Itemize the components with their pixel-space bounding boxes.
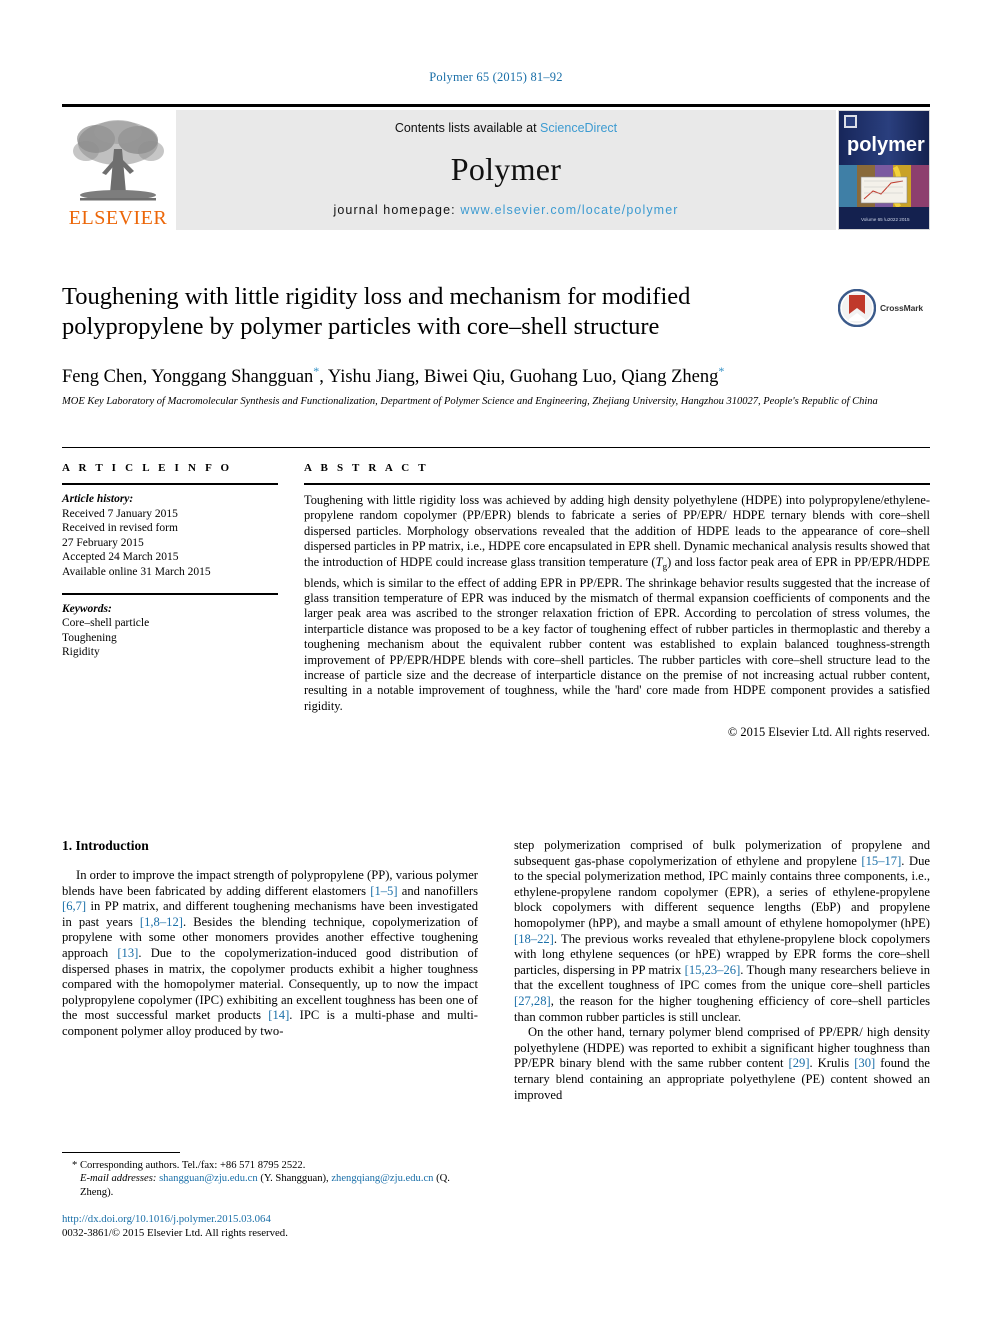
citation-27-28[interactable]: [27,28] [514, 994, 551, 1008]
crossmark-label: CrossMark [880, 303, 924, 313]
intro-text: and nanofillers [397, 883, 478, 898]
masthead-center: Contents lists available at ScienceDirec… [176, 110, 836, 230]
keyword-item: Toughening [62, 631, 117, 644]
homepage-prefix: journal homepage: [333, 203, 461, 217]
article-info-column: A R T I C L E I N F O Article history: R… [62, 462, 304, 740]
email-link-1[interactable]: shangguan@zju.edu.cn [159, 1173, 258, 1184]
body-columns: 1. Introduction In order to improve the … [62, 838, 930, 1103]
running-head: Polymer 65 (2015) 81–92 [429, 70, 563, 84]
citation-1-5[interactable]: [1–5] [370, 884, 397, 898]
footnote-rule [62, 1152, 180, 1153]
left-column: 1. Introduction In order to improve the … [62, 838, 478, 1103]
elsevier-logo: ELSEVIER [62, 110, 174, 230]
footnotes-block: * Corresponding authors. Tel./fax: +86 5… [62, 1152, 478, 1199]
page-title: Toughening with little rigidity loss and… [62, 283, 691, 340]
intro-paragraph-right-1: step polymerization comprised of bulk po… [514, 838, 930, 1025]
citation-29[interactable]: [29] [789, 1056, 810, 1070]
journal-homepage-line: journal homepage: www.elsevier.com/locat… [333, 203, 678, 217]
sciencedirect-link[interactable]: ScienceDirect [540, 121, 617, 135]
keywords-label: Keywords: [62, 602, 112, 615]
elsevier-wordmark: ELSEVIER [68, 207, 168, 229]
abstract-part-2: ) and loss factor peak area of EPR in PP… [304, 554, 930, 713]
email-note: E-mail addresses: shangguan@zju.edu.cn (… [80, 1172, 478, 1199]
abstract-copyright: © 2015 Elsevier Ltd. All rights reserved… [727, 725, 930, 740]
keyword-item: Rigidity [62, 646, 100, 659]
contents-available-line: Contents lists available at ScienceDirec… [395, 121, 617, 135]
author-list: Feng Chen, Yonggang Shangguan *, Yishu Ji… [62, 360, 930, 388]
author-correspondence-marker-2: * [718, 364, 725, 378]
article-history-label: Article history: [62, 493, 134, 505]
email-label: E-mail addresses: [80, 1173, 157, 1185]
history-item: Received in revised form [62, 522, 178, 535]
title-block: Toughening with little rigidity loss and… [62, 282, 930, 409]
corresponding-author-note: * Corresponding authors. Tel./fax: +86 5… [72, 1160, 306, 1171]
history-item: 27 February 2015 [62, 536, 144, 549]
citation-30[interactable]: [30] [854, 1056, 875, 1070]
keyword-item: Core–shell particle [62, 617, 150, 630]
abstract-heading: A B S T R A C T [304, 462, 429, 474]
homepage-url-link[interactable]: www.elsevier.com/locate/polymer [460, 203, 678, 217]
intro-text: . Krulis [809, 1056, 855, 1071]
crossmark-badge[interactable]: CrossMark [838, 286, 930, 330]
citation-18-22[interactable]: [18–22] [514, 932, 554, 946]
abstract-text: Toughening with little rigidity loss was… [304, 485, 930, 714]
email-owner-1: (Y. Shangguan), [257, 1173, 332, 1185]
citation-15-17[interactable]: [15–17] [861, 854, 901, 868]
intro-paragraph-left: In order to improve the impact strength … [62, 868, 478, 1040]
journal-masthead: ELSEVIER Contents lists available at Sci… [62, 104, 930, 232]
issn-copyright-line: 0032-3861/© 2015 Elsevier Ltd. All right… [62, 1227, 288, 1239]
citation-15-23-26[interactable]: [15,23–26] [685, 963, 741, 977]
history-item: Accepted 24 March 2015 [62, 551, 179, 564]
intro-text: , the reason for the higher toughening e… [514, 993, 930, 1024]
citation-13[interactable]: [13] [117, 946, 138, 960]
journal-title: Polymer [450, 151, 562, 187]
introduction-heading: 1. Introduction [62, 838, 149, 853]
citation-6-7[interactable]: [6,7] [62, 899, 86, 913]
authors-first-part: Feng Chen, Yonggang Shangguan [62, 367, 314, 388]
elsevier-tree-icon [73, 120, 164, 201]
right-column: step polymerization comprised of bulk po… [514, 838, 930, 1103]
doi-link[interactable]: http://dx.doi.org/10.1016/j.polymer.2015… [62, 1212, 478, 1226]
doi-block: http://dx.doi.org/10.1016/j.polymer.2015… [62, 1212, 478, 1240]
info-abstract-band: A R T I C L E I N F O Article history: R… [62, 447, 930, 740]
email-link-2[interactable]: zhengqiang@zju.edu.cn [331, 1173, 433, 1184]
cover-footer-text: Volume 65 \u2022 2015 [861, 217, 910, 222]
article-info-heading: A R T I C L E I N F O [62, 462, 233, 474]
article-page: Polymer 65 (2015) 81–92 ELSEVIER Content… [0, 0, 992, 1323]
intro-paragraph-right-2: On the other hand, ternary polymer blend… [514, 1025, 930, 1103]
history-item: Available online 31 March 2015 [62, 565, 211, 578]
history-item: Received 7 January 2015 [62, 507, 178, 520]
abstract-column: A B S T R A C T Toughening with little r… [304, 462, 930, 740]
keywords-block: Keywords: Core–shell particle Toughening… [62, 592, 278, 660]
journal-cover-thumbnail: polymer Volume 65 \u2022 2015 [838, 110, 930, 230]
affiliation: MOE Key Laboratory of Macromolecular Syn… [62, 396, 878, 408]
contents-prefix: Contents lists available at [394, 121, 541, 135]
article-history: Article history: Received 7 January 2015… [62, 485, 278, 580]
svg-text:polymer: polymer [847, 134, 925, 156]
cover-art: polymer Volume 65 \u2022 2015 [839, 111, 929, 229]
authors-second-part: , Yishu Jiang, Biwei Qiu, Guohang Luo, Q… [319, 367, 719, 388]
citation-14[interactable]: [14] [268, 1008, 289, 1022]
citation-1-8-12[interactable]: [1,8–12] [140, 915, 183, 929]
crossmark-icon [838, 289, 876, 327]
